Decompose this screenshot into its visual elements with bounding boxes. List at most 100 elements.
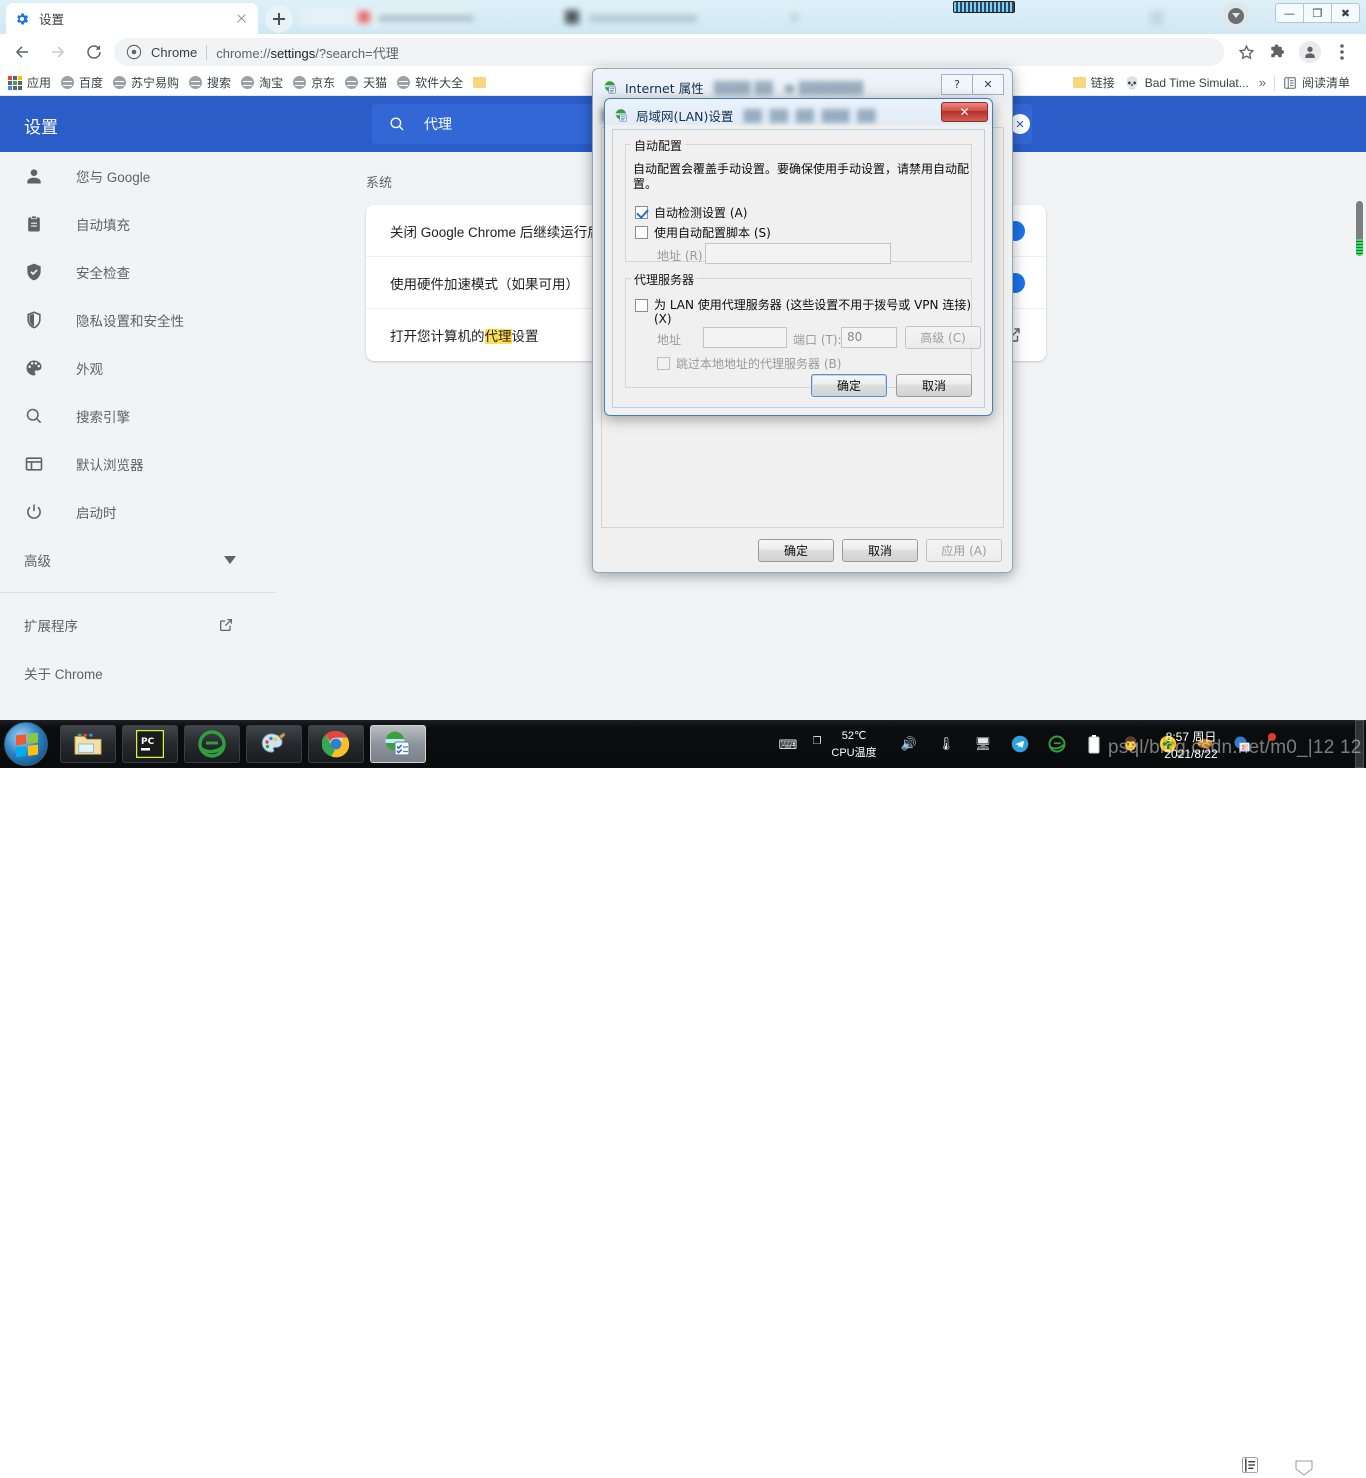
sidebar-item-label: 扩展程序 bbox=[24, 619, 78, 634]
pet-icon[interactable]: 👨 bbox=[1120, 733, 1142, 755]
translate-icon[interactable]: 超 bbox=[1231, 733, 1253, 755]
background-tab-ghost-4[interactable] bbox=[1150, 10, 1164, 26]
proxy-group-label: 代理服务器 bbox=[631, 271, 698, 288]
cancel-button[interactable]: 取消 bbox=[842, 539, 918, 562]
forward-arrow-icon[interactable] bbox=[44, 38, 72, 66]
bookmark-baidu[interactable]: 百度 bbox=[61, 74, 103, 91]
clear-search-icon[interactable] bbox=[1010, 114, 1030, 134]
bookmark-links-folder[interactable]: 链接 bbox=[1072, 74, 1115, 91]
tab-settings[interactable]: 设置 bbox=[6, 3, 258, 34]
script-address-input[interactable] bbox=[705, 243, 891, 264]
ie-browser-icon[interactable] bbox=[184, 725, 240, 763]
close-icon[interactable] bbox=[232, 10, 250, 28]
search-value: 代理 bbox=[424, 116, 452, 132]
address-bar[interactable]: Chrome chrome://settings/?search=代理 bbox=[114, 38, 1224, 66]
sidebar-item-appearance[interactable]: 外观 bbox=[0, 344, 300, 392]
telegram-icon[interactable] bbox=[1009, 733, 1031, 755]
background-tab-favicon-ghost bbox=[358, 11, 370, 23]
internet-options-icon[interactable] bbox=[370, 725, 426, 763]
globe-icon bbox=[113, 76, 127, 89]
thermometer-icon[interactable]: 🌡 bbox=[935, 733, 957, 755]
volume-icon[interactable]: 🔊 bbox=[898, 733, 920, 755]
sidebar-item-on-startup[interactable]: 启动时 bbox=[0, 488, 300, 536]
sidebar-item-label: 您与 Google bbox=[76, 170, 151, 185]
sidebar-item-safety-check[interactable]: 安全检查 bbox=[0, 248, 300, 296]
onedrive-tray-icon[interactable] bbox=[1292, 1458, 1318, 1478]
bookmark-tmall[interactable]: 天猫 bbox=[345, 74, 387, 91]
dialog-title-blurred-suffix: ▓▓ ▓▓ ▓▓ ▓▓▓ ▓▓ bbox=[743, 108, 876, 123]
bookmark-label: 应用 bbox=[27, 76, 52, 90]
page-scrollbar[interactable] bbox=[1356, 201, 1363, 256]
paint-icon[interactable] bbox=[246, 725, 302, 763]
close-dialog-button[interactable]: ✕ bbox=[941, 102, 988, 122]
dialog-button-row: 确定 取消 bbox=[811, 374, 972, 397]
auto-detect-checkbox[interactable] bbox=[635, 206, 648, 219]
cancel-button[interactable]: 取消 bbox=[896, 374, 972, 397]
lan-settings-dialog[interactable]: 局域网(LAN)设置 ▓▓ ▓▓ ▓▓ ▓▓▓ ▓▓ ✕ 自动配置 自动配置会覆… bbox=[604, 98, 993, 416]
help-glyph: ? bbox=[954, 78, 960, 91]
sidebar-item-privacy-security[interactable]: 隐私设置和安全性 bbox=[0, 296, 300, 344]
row-label-pre: 打开您计算机的 bbox=[390, 329, 485, 344]
bookmark-folder[interactable] bbox=[473, 77, 487, 88]
reload-icon[interactable] bbox=[80, 38, 108, 66]
background-tab-ghost-3[interactable] bbox=[790, 13, 799, 22]
ok-button[interactable]: 确定 bbox=[811, 374, 887, 397]
bookmark-software[interactable]: 软件大全 bbox=[397, 74, 463, 91]
auto-detect-checkbox-row[interactable]: 自动检测设置 (A) bbox=[635, 204, 747, 221]
display-icon[interactable]: 🖥 bbox=[972, 733, 994, 755]
sidebar-item-label: 高级 bbox=[24, 554, 51, 569]
bookmark-bad-time-simulator[interactable]: 💀 Bad Time Simulat... bbox=[1125, 76, 1249, 90]
sidebar-item-search-engine[interactable]: 搜索引擎 bbox=[0, 392, 300, 440]
three-dot-menu-icon[interactable] bbox=[1328, 38, 1356, 66]
sidebar-item-about-chrome[interactable]: 关于 Chrome bbox=[0, 649, 300, 697]
battery-icon[interactable] bbox=[1083, 733, 1105, 755]
profile-avatar-icon[interactable] bbox=[1296, 38, 1324, 66]
proxy-port-input[interactable]: 80 bbox=[841, 327, 897, 348]
ie-icon[interactable] bbox=[1046, 733, 1068, 755]
sidebar-item-default-browser[interactable]: 默认浏览器 bbox=[0, 440, 300, 488]
proxy-address-input[interactable] bbox=[703, 327, 787, 348]
use-proxy-checkbox-row[interactable]: 为 LAN 使用代理服务器 (这些设置不用于拨号或 VPN 连接) (X) bbox=[635, 298, 979, 326]
sidebar-item-advanced[interactable]: 高级 bbox=[0, 536, 300, 584]
close-dialog-button[interactable]: ✕ bbox=[972, 74, 1004, 95]
divider bbox=[1273, 74, 1275, 91]
star-icon[interactable] bbox=[1232, 38, 1260, 66]
new-tab-button[interactable] bbox=[265, 5, 293, 33]
reading-list-label: 阅读清单 bbox=[1301, 76, 1350, 90]
keyboard-tray-icon[interactable]: ⌨ bbox=[777, 734, 799, 756]
maximize-button[interactable]: ❐ bbox=[1303, 3, 1332, 23]
close-window-button[interactable]: ✖ bbox=[1331, 3, 1360, 23]
show-desktop-button[interactable] bbox=[1355, 720, 1364, 768]
globe-icon bbox=[189, 76, 203, 89]
bookmark-search[interactable]: 搜索 bbox=[189, 74, 231, 91]
sidebar-item-label: 搜索引擎 bbox=[76, 410, 130, 425]
sidebar-item-extensions[interactable]: 扩展程序 bbox=[0, 601, 300, 649]
globe-icon bbox=[397, 76, 411, 89]
bookmark-suning[interactable]: 苏宁易购 bbox=[113, 74, 179, 91]
notification-center-icon[interactable] bbox=[1240, 1455, 1262, 1477]
file-explorer-icon[interactable] bbox=[60, 725, 116, 763]
dialog-title-bar: Internet 属性 ▓▓▓▓ ▓▓ ● ▓▓▓▓▓▓▓ bbox=[603, 78, 863, 97]
back-arrow-icon[interactable] bbox=[8, 38, 36, 66]
bookmark-apps[interactable]: 应用 bbox=[8, 74, 51, 91]
minimize-button[interactable]: — bbox=[1275, 3, 1304, 23]
help-button[interactable]: ? bbox=[941, 74, 973, 95]
windows-start-icon[interactable] bbox=[4, 722, 48, 766]
puzzle-icon[interactable] bbox=[1264, 38, 1292, 66]
use-script-checkbox-row[interactable]: 使用自动配置脚本 (S) bbox=[635, 224, 771, 241]
sidebar-item-autofill[interactable]: 自动填充 bbox=[0, 200, 300, 248]
pycharm-icon[interactable]: PC bbox=[122, 725, 178, 763]
taskbar-clock[interactable]: 8:57 周日 2021/8/22 bbox=[1148, 728, 1234, 761]
use-script-checkbox[interactable] bbox=[635, 226, 648, 239]
bookmark-taobao[interactable]: 淘宝 bbox=[241, 74, 283, 91]
sidebar-item-you-and-google[interactable]: 您与 Google bbox=[0, 152, 300, 200]
sidebar-item-label: 安全检查 bbox=[76, 266, 130, 281]
ok-button[interactable]: 确定 bbox=[758, 539, 834, 562]
chrome-icon[interactable] bbox=[308, 725, 364, 763]
omnibox-scheme-label: Chrome bbox=[151, 44, 198, 60]
use-proxy-checkbox[interactable] bbox=[635, 299, 648, 312]
bookmark-jd[interactable]: 京东 bbox=[293, 74, 335, 91]
download-badge-icon[interactable] bbox=[1222, 2, 1250, 30]
reading-list-button[interactable]: 阅读清单 bbox=[1283, 74, 1350, 91]
bookmarks-overflow-button[interactable]: » bbox=[1259, 75, 1266, 90]
